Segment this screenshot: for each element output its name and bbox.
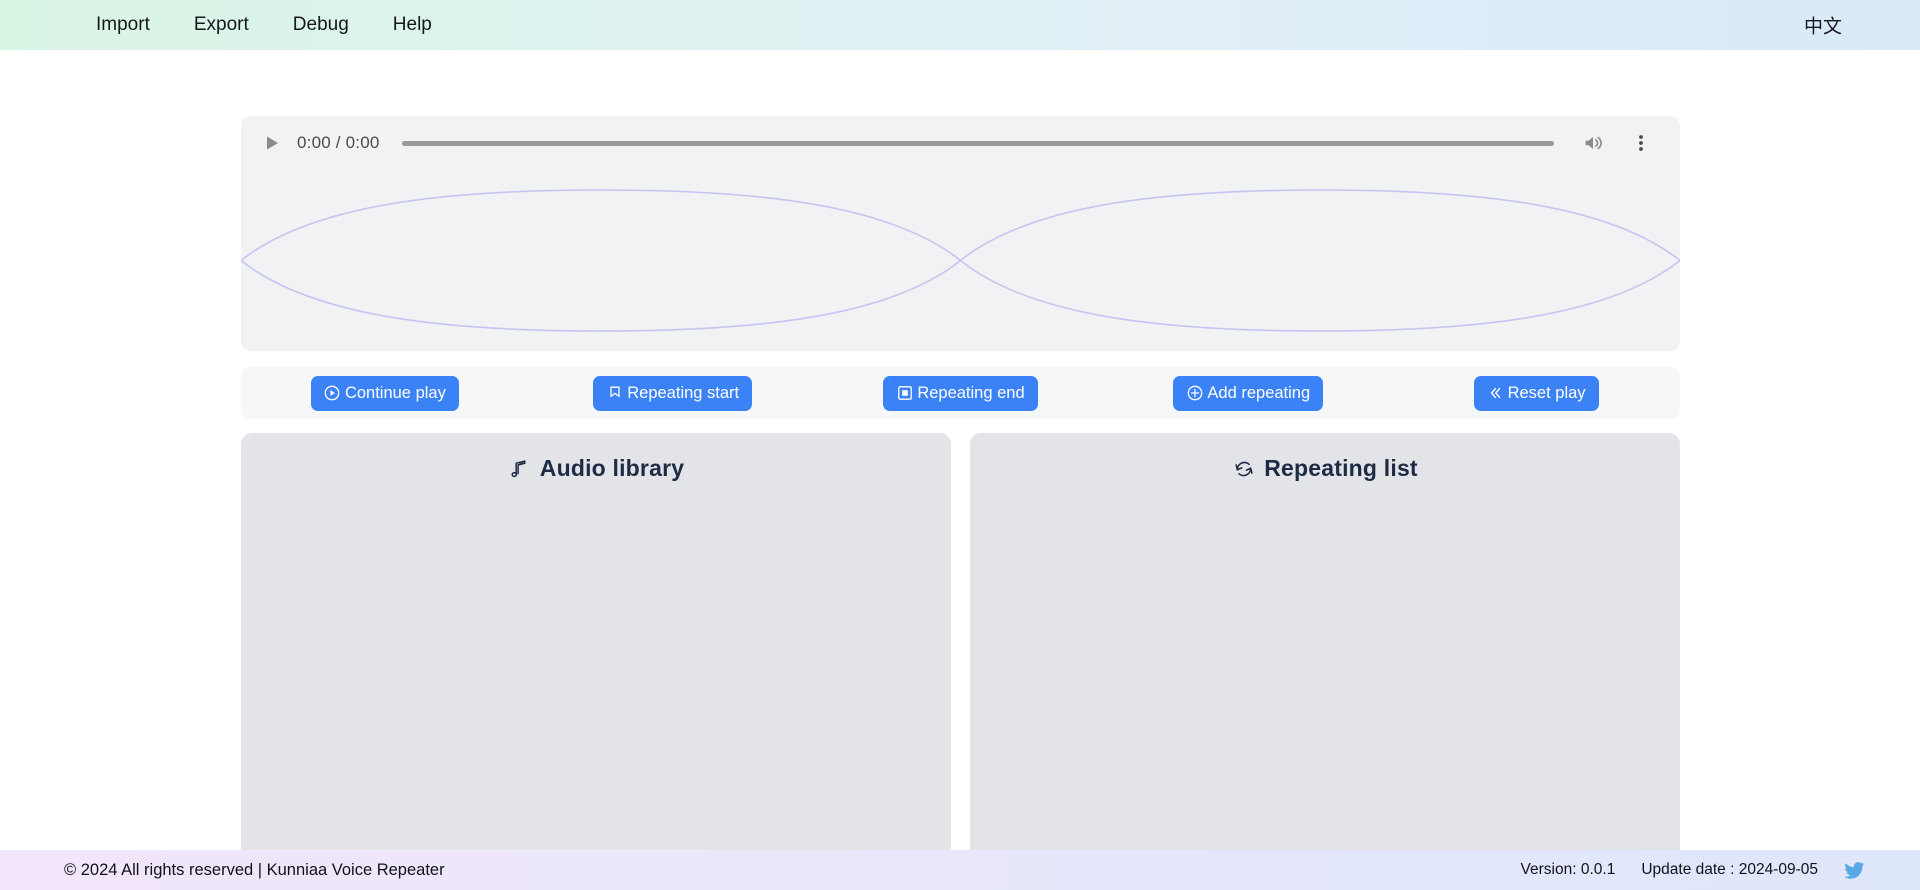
repeat-action-toolbar: Continue play Repeating start Repeating … — [241, 367, 1680, 419]
action-slot-repeating-end: Repeating end — [817, 375, 1105, 411]
play-circle-icon — [324, 385, 341, 402]
volume-up-icon[interactable] — [1576, 126, 1610, 160]
music-note-icon — [508, 457, 531, 480]
continue-play-label: Continue play — [344, 383, 446, 402]
action-slot-repeating-start: Repeating start — [529, 375, 817, 411]
footer-meta: Version: 0.0.1 Update date : 2024-09-05 — [1521, 859, 1866, 881]
repeating-start-label: Repeating start — [627, 383, 740, 402]
menu-item-debug[interactable]: Debug — [271, 8, 371, 42]
menu-item-help-label: Help — [392, 14, 432, 35]
action-slot-reset-play: Reset play — [1392, 375, 1680, 411]
menu-item-export[interactable]: Export — [172, 8, 271, 42]
menu-item-export-label: Export — [193, 14, 249, 35]
top-menu-bar: Import Export Debug Help 中文 — [0, 0, 1920, 50]
repeating-list-header: Repeating list — [970, 455, 1680, 482]
reset-play-button[interactable]: Reset play — [1473, 375, 1599, 411]
copyright-text: © 2024 All rights reserved | Kunniaa Voi… — [64, 860, 445, 879]
menu-item-help[interactable]: Help — [371, 8, 454, 42]
audio-library-title: Audio library — [539, 455, 685, 481]
menu-item-import-label: Import — [96, 14, 150, 35]
plus-circle-icon — [1186, 385, 1203, 402]
continue-play-button[interactable]: Continue play — [310, 375, 459, 411]
stop-square-icon — [896, 385, 913, 402]
footer-bar: © 2024 All rights reserved | Kunniaa Voi… — [0, 850, 1920, 890]
menu-item-debug-label: Debug — [292, 14, 349, 35]
audio-player-controls: 0:00 / 0:00 — [241, 116, 1680, 170]
audio-player-panel: 0:00 / 0:00 — [241, 116, 1680, 351]
main-content: 0:00 / 0:00 Continue play Repeating star… — [0, 50, 1920, 865]
seek-track — [401, 140, 1554, 146]
repeating-end-button[interactable]: Repeating end — [883, 375, 1038, 411]
time-display: 0:00 / 0:00 — [297, 133, 380, 152]
action-slot-continue-play: Continue play — [241, 375, 529, 411]
three-dots-vertical-icon[interactable] — [1624, 126, 1658, 160]
action-slot-add-repeating: Add repeating — [1104, 375, 1392, 411]
language-toggle[interactable]: 中文 — [1804, 12, 1842, 39]
menu-item-import[interactable]: Import — [74, 8, 172, 42]
version-text: Version: 0.0.1 — [1520, 861, 1616, 878]
reset-play-label: Reset play — [1507, 383, 1586, 402]
repeating-start-button[interactable]: Repeating start — [593, 375, 753, 411]
main-menu: Import Export Debug Help — [74, 8, 454, 42]
repeat-refresh-icon — [1232, 457, 1255, 480]
seek-slider[interactable] — [401, 133, 1554, 153]
audio-library-panel: Audio library — [241, 433, 951, 865]
play-triangle-icon[interactable] — [255, 126, 289, 160]
chevron-double-left-icon — [1487, 385, 1504, 402]
bookmark-start-icon — [606, 385, 623, 402]
app-root: Import Export Debug Help 中文 0:00 / 0:00 … — [0, 0, 1920, 890]
twitter-bird-icon[interactable] — [1844, 859, 1866, 881]
bottom-panels: Audio library Repeating list — [241, 433, 1680, 865]
update-date-text: Update date : 2024-09-05 — [1641, 861, 1818, 878]
repeating-end-label: Repeating end — [917, 383, 1025, 402]
audio-waveform[interactable] — [241, 170, 1680, 351]
repeating-list-items[interactable] — [970, 482, 1680, 842]
repeating-list-panel: Repeating list — [970, 433, 1680, 865]
add-repeating-label: Add repeating — [1207, 383, 1311, 402]
audio-library-header: Audio library — [241, 455, 951, 482]
add-repeating-button[interactable]: Add repeating — [1173, 375, 1324, 411]
audio-library-list[interactable] — [241, 482, 951, 842]
repeating-list-title: Repeating list — [1264, 455, 1418, 481]
